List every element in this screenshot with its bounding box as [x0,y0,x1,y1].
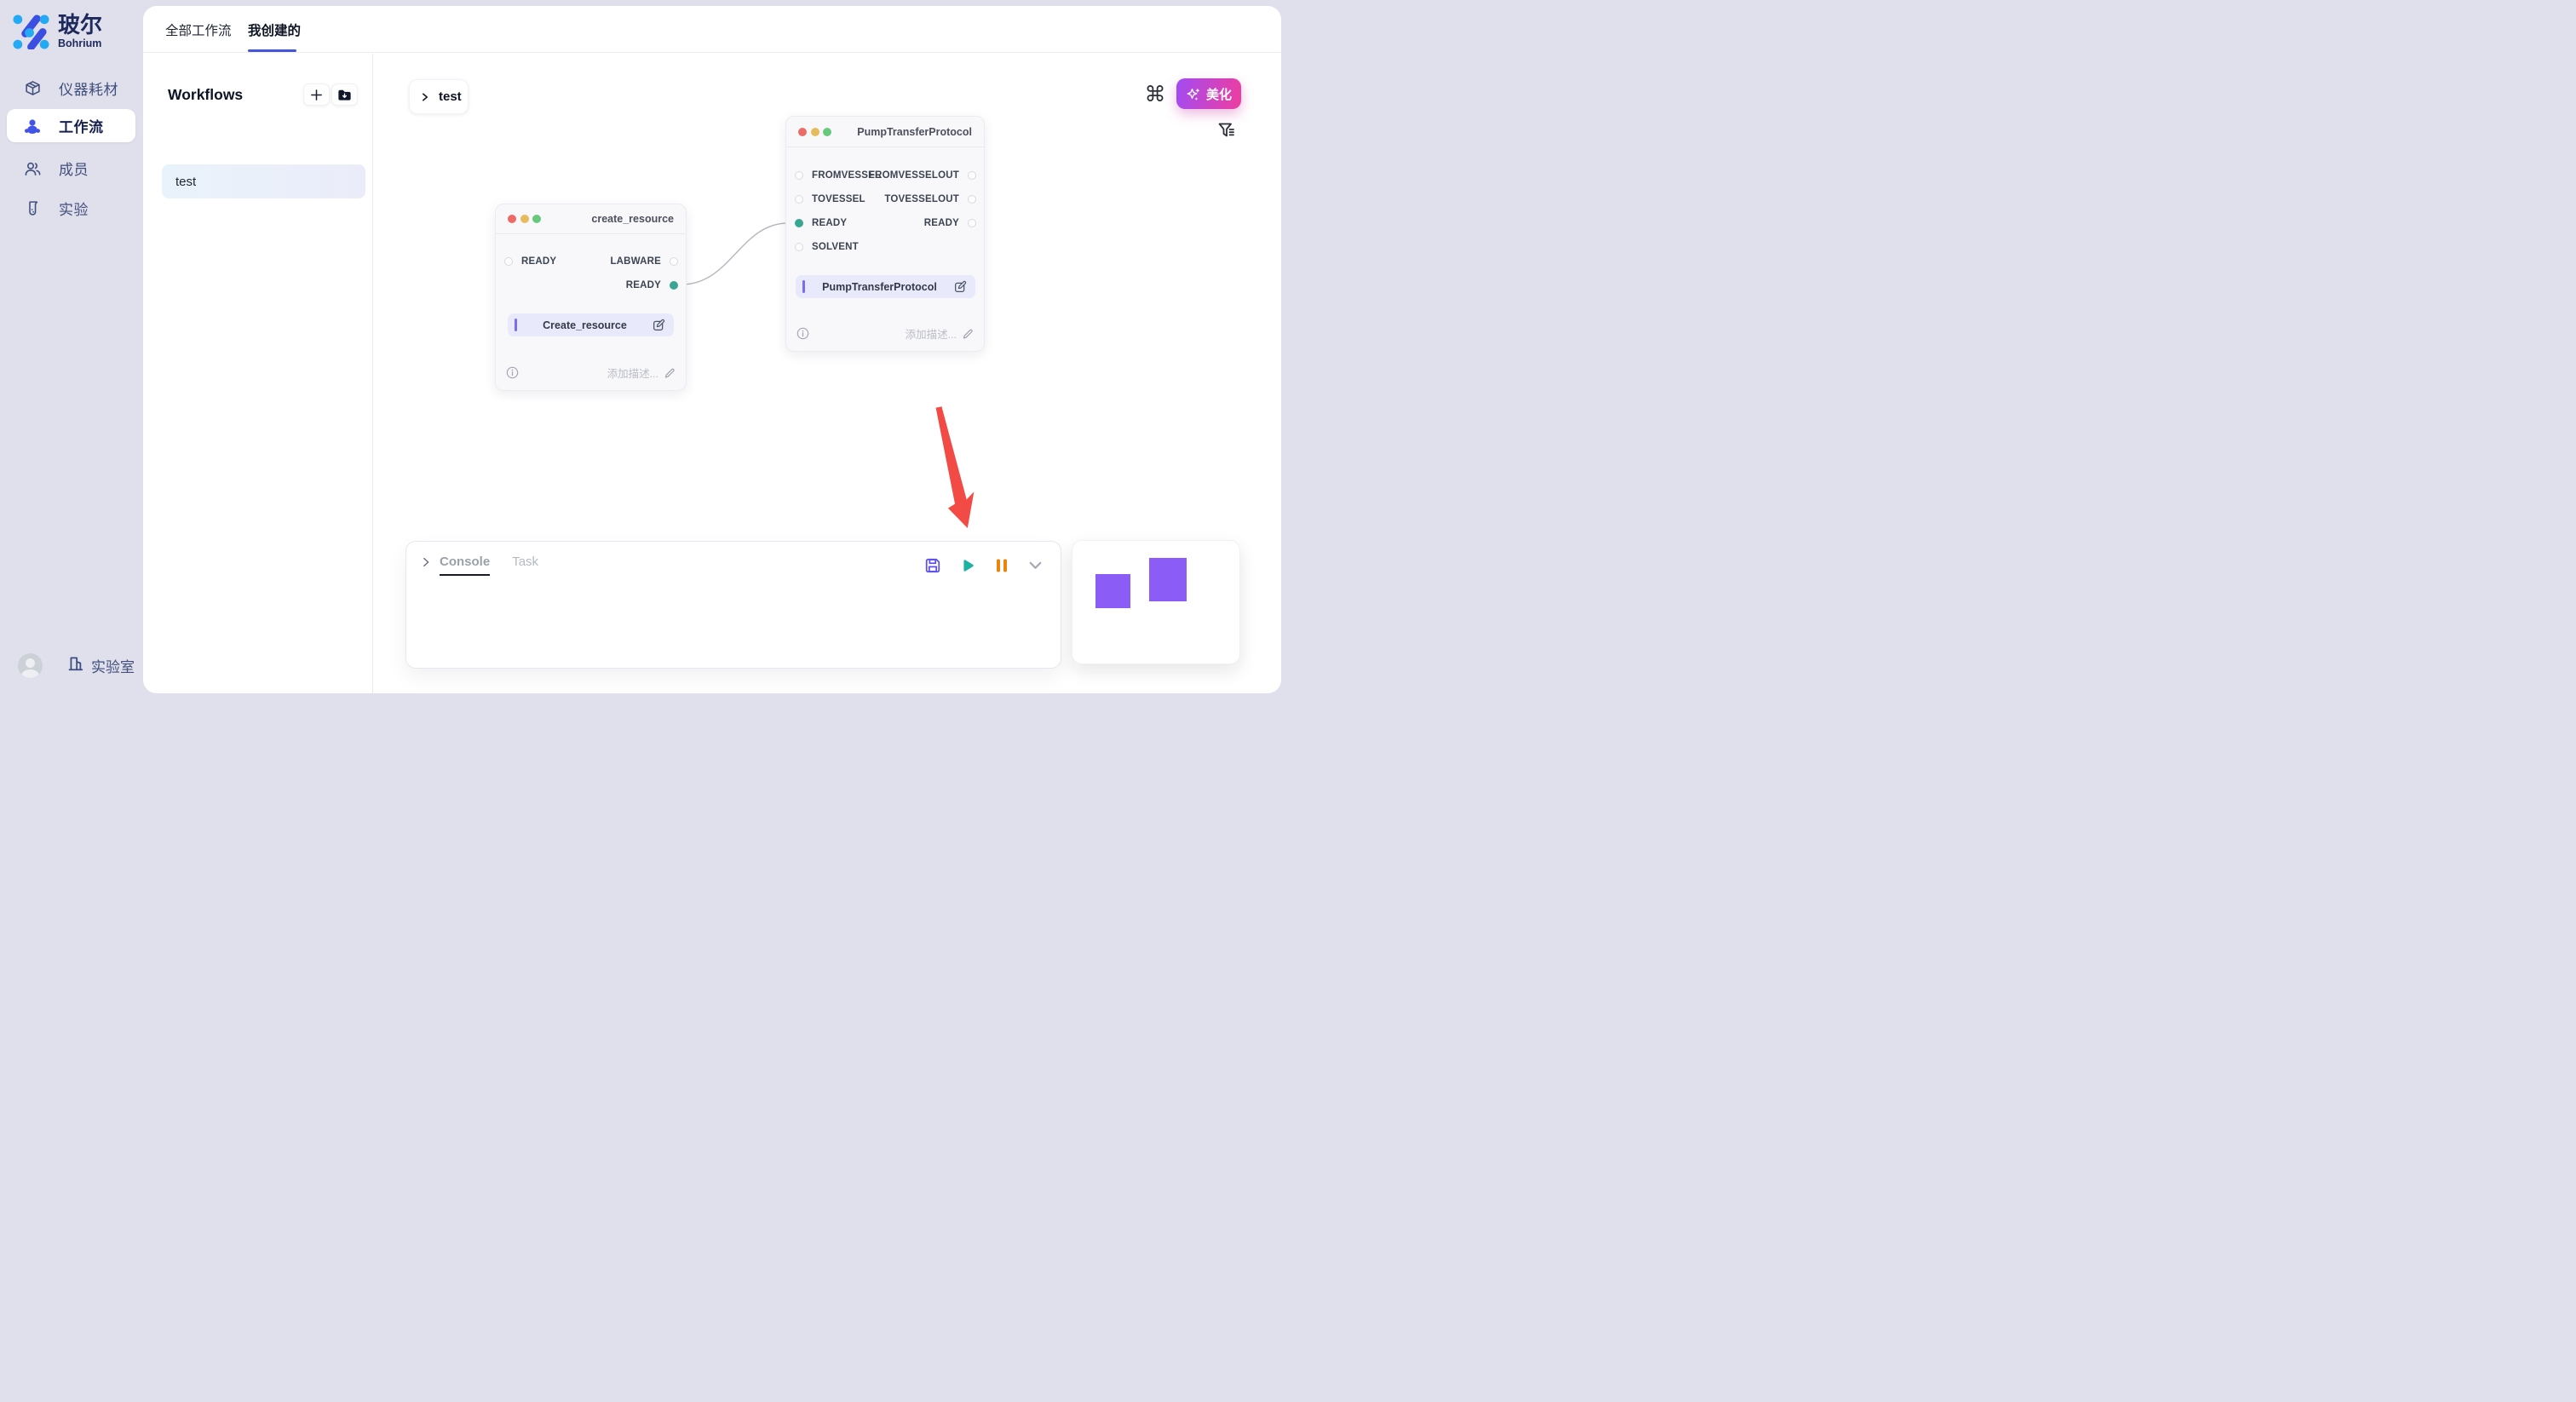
chevron-down-icon[interactable] [1027,557,1044,573]
port-out-tovesselout[interactable]: TOVESSELOUT [884,191,976,208]
sidebar-item-experiments[interactable]: 实验 [7,192,135,225]
port-circle[interactable] [504,257,513,266]
node-description-placeholder[interactable]: 添加描述... [607,365,658,381]
pause-icon[interactable] [994,557,1009,574]
port-circle-connected[interactable] [795,219,803,227]
tab-task[interactable]: Task [512,554,538,576]
add-workflow-button[interactable] [303,83,330,106]
user-avatar[interactable] [18,653,43,678]
brand: 玻尔 Bohrium [13,13,102,49]
command-palette-icon[interactable]: ⌘ [1141,81,1169,108]
sidebar-item-label: 成员 [59,158,89,179]
traffic-dot-red [508,215,516,223]
tab-my-created[interactable]: 我创建的 [248,6,301,53]
port-in-tovessel[interactable]: TOVESSEL [795,191,865,208]
save-icon[interactable] [924,557,941,574]
annotation-arrow [910,381,1080,568]
breadcrumb-label: test [439,89,462,104]
app-window: 玻尔 Bohrium 仪器耗材 [0,0,1288,701]
folder-download-icon [336,87,353,103]
sidebar-item-label: 实验 [59,198,89,219]
run-play-icon[interactable] [959,557,976,574]
building-icon [67,655,84,676]
beautify-button[interactable]: 美化 [1176,78,1241,109]
test-tube-icon [24,200,41,217]
pencil-icon[interactable] [962,328,974,340]
sidebar-item-label: 仪器耗材 [59,78,118,99]
workspace-label: 实验室 [91,655,135,676]
info-icon[interactable] [506,366,519,379]
tab-console[interactable]: Console [440,554,490,576]
sidebar-item-members[interactable]: 成员 [7,152,135,185]
port-in-ready[interactable]: READY [504,253,556,270]
traffic-dot-yellow [811,128,819,136]
port-circle[interactable] [968,219,976,227]
port-out-ready[interactable]: READY [924,215,976,232]
port-circle[interactable] [968,195,976,204]
sidebar: 玻尔 Bohrium 仪器耗材 [0,0,143,701]
node-pump-transfer-protocol[interactable]: PumpTransferProtocol FROMVESSEL TOVESSEL… [785,116,985,352]
main-content-card: 全部工作流 我创建的 Workflows test [143,6,1281,693]
members-icon [24,160,41,177]
edit-icon[interactable] [954,280,967,293]
node-description-placeholder[interactable]: 添加描述... [906,325,957,342]
minimap[interactable] [1072,540,1240,664]
filter-icon[interactable] [1216,120,1237,141]
sparkles-icon [1186,86,1201,101]
port-circle[interactable] [795,171,803,180]
sidebar-item-workflow[interactable]: 工作流 [7,109,135,142]
console-panel: Console Task [405,541,1061,669]
node-title: PumpTransferProtocol [857,126,972,138]
workflows-panel: Workflows test [143,54,373,693]
bohrium-logo-icon [13,13,49,49]
workflow-tabbar: 全部工作流 我创建的 [143,6,1281,53]
plus-icon [309,88,324,102]
import-folder-button[interactable] [331,83,358,106]
canvas-breadcrumb[interactable]: test [409,79,469,114]
traffic-dot-red [798,128,807,136]
panel-title: Workflows [168,86,243,104]
traffic-dot-yellow [520,215,529,223]
beautify-label: 美化 [1206,85,1232,103]
package-icon [24,80,41,97]
pencil-icon[interactable] [664,367,676,379]
minimap-node-create-resource [1095,574,1130,608]
node-create-resource[interactable]: create_resource READY LABWARE READY Crea… [495,204,687,391]
brand-subtitle: Bohrium [58,37,102,49]
port-circle[interactable] [795,195,803,204]
port-out-ready[interactable]: READY [626,277,678,294]
traffic-dot-green [532,215,541,223]
workflow-people-icon [24,118,41,135]
tab-all-workflows[interactable]: 全部工作流 [165,6,232,53]
node-task-button[interactable]: PumpTransferProtocol [796,275,975,298]
active-tab-underline [248,49,296,52]
workflow-list-item[interactable]: test [162,164,365,198]
sidebar-item-consumables[interactable]: 仪器耗材 [7,72,135,105]
port-in-ready[interactable]: READY [795,215,847,232]
port-circle[interactable] [670,257,678,266]
sidebar-nav: 仪器耗材 工作流 [7,72,135,225]
chevron-right-icon[interactable] [420,556,432,568]
sidebar-item-label: 工作流 [59,115,104,136]
info-icon[interactable] [796,327,809,340]
edit-icon[interactable] [653,319,665,331]
traffic-dot-green [823,128,831,136]
minimap-node-pump-transfer [1149,558,1187,601]
workspace-switcher[interactable]: 实验室 [18,653,135,678]
port-circle[interactable] [795,243,803,251]
chevron-right-icon [420,92,430,102]
port-out-labware[interactable]: LABWARE [610,253,678,270]
port-in-solvent[interactable]: SOLVENT [795,238,859,256]
port-circle-connected[interactable] [670,281,678,290]
port-circle[interactable] [968,171,976,180]
node-task-button[interactable]: Create_resource [508,313,674,336]
port-out-fromvesselout[interactable]: FROMVESSELOUT [869,167,976,184]
node-title: create_resource [591,213,674,225]
brand-name: 玻尔 [58,13,102,37]
